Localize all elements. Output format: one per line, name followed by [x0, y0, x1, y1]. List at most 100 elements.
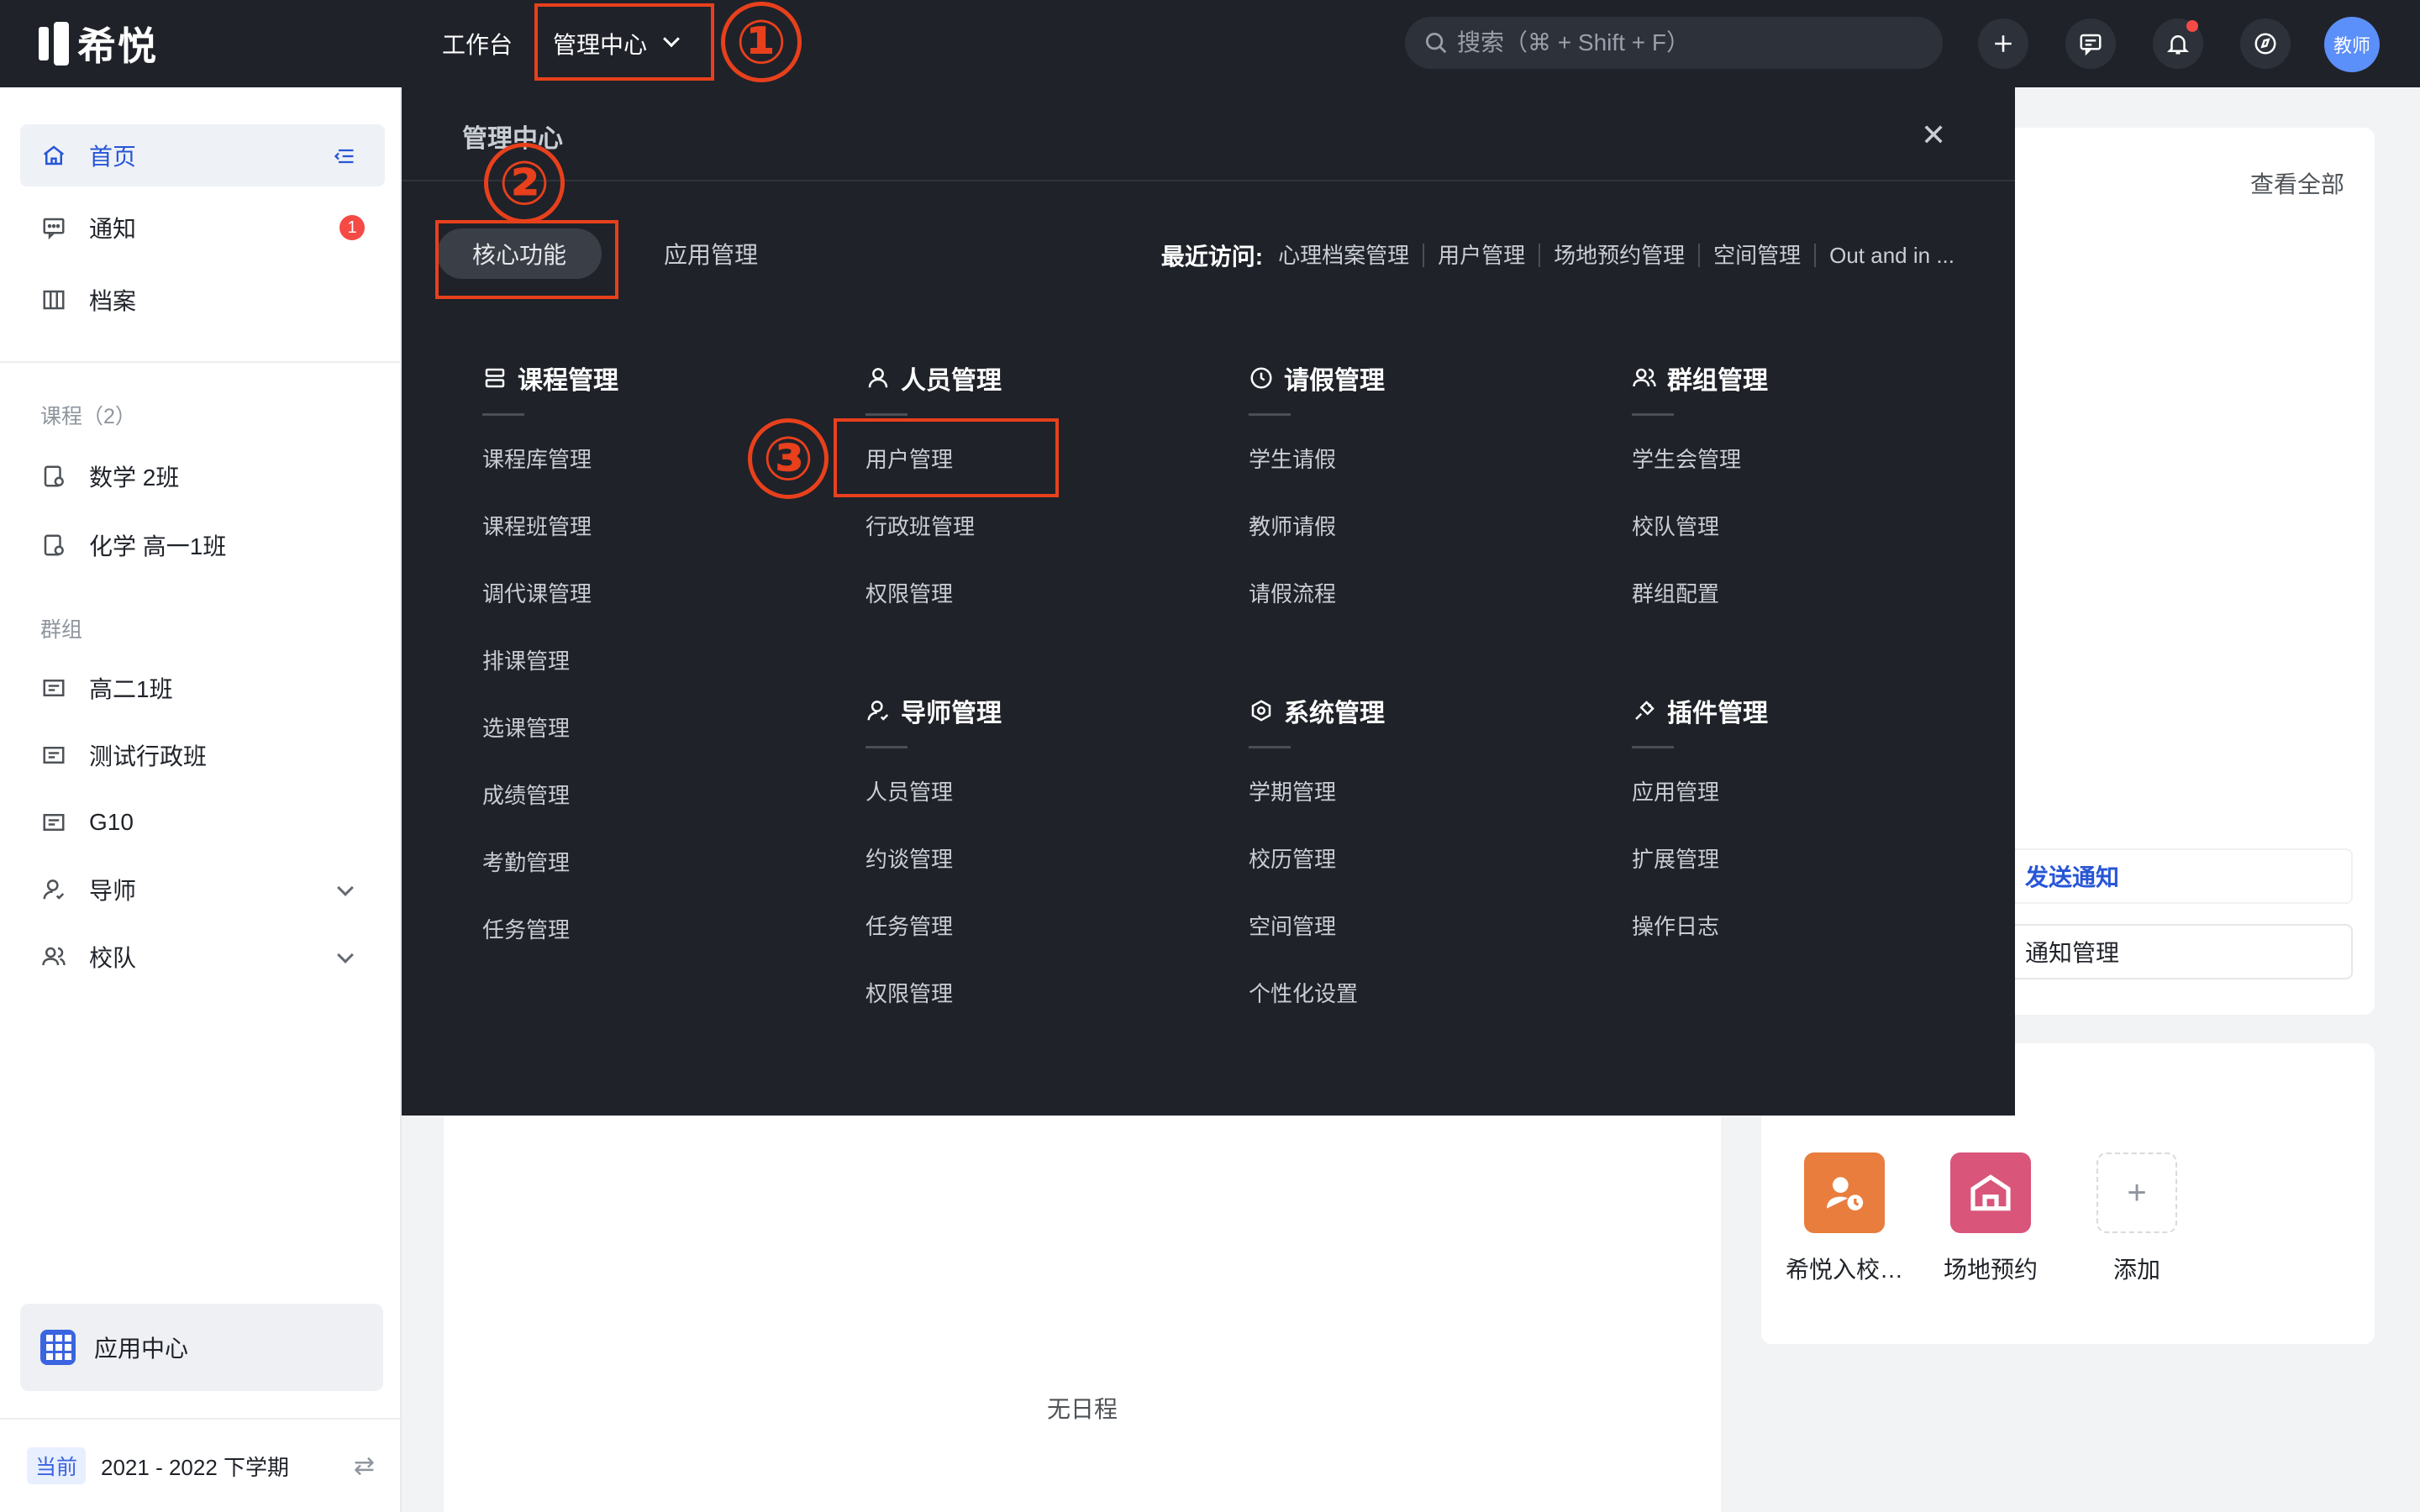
people-icon: [1632, 365, 1657, 391]
app-center-button[interactable]: 应用中心: [20, 1304, 383, 1391]
person-icon: [865, 365, 891, 391]
sidebar-item-group[interactable]: G10: [20, 791, 385, 853]
sidebar-item-group[interactable]: 测试行政班: [20, 724, 385, 786]
menu-item[interactable]: 任务管理: [865, 893, 1202, 960]
menu-item[interactable]: 学期管理: [1249, 759, 1585, 826]
search-input[interactable]: [1457, 29, 1911, 56]
sidebar-item-label: 导师: [89, 878, 137, 904]
sidebar-item-mentor[interactable]: 导师: [20, 858, 385, 921]
avatar[interactable]: 教师: [2324, 17, 2380, 72]
app-tile-entry[interactable]: 希悦入校…: [1781, 1152, 1907, 1285]
group-underline: [1249, 746, 1291, 748]
recent-link[interactable]: Out and in ...: [1816, 244, 1954, 267]
group-header: 请假管理: [1249, 361, 1585, 395]
sidebar-item-course[interactable]: 化学 高一1班: [20, 514, 385, 576]
group-underline: [1249, 413, 1291, 416]
group-items: 人员管理 约谈管理 任务管理 权限管理: [865, 759, 1202, 1027]
sidebar-item-team[interactable]: 校队: [20, 926, 385, 988]
panel-divider: [402, 180, 2015, 181]
app-logo[interactable]: 希悦: [39, 20, 158, 68]
app-tile-label: 希悦入校…: [1785, 1257, 1903, 1283]
menu-item[interactable]: 约谈管理: [865, 826, 1202, 893]
notice-management-button[interactable]: 通知管理: [2000, 924, 2353, 979]
settings-icon: [1249, 698, 1274, 723]
close-icon[interactable]: ✕: [1921, 118, 1946, 153]
group-header: 导师管理: [865, 694, 1202, 727]
sidebar-item-home[interactable]: 首页: [20, 124, 385, 186]
view-all-link[interactable]: 查看全部: [2250, 166, 2344, 200]
logo-text: 希悦: [77, 24, 158, 68]
help-button[interactable]: [2240, 18, 2291, 69]
menu-item[interactable]: 个性化设置: [1249, 960, 1585, 1027]
group-leave-management: 请假管理 学生请假 教师请假 请假流程: [1249, 361, 1585, 627]
menu-item[interactable]: 选课管理: [482, 695, 818, 762]
group-title: 人员管理: [901, 367, 1002, 395]
group-underline: [1632, 413, 1674, 416]
menu-item[interactable]: 空间管理: [1249, 893, 1585, 960]
sidebar-item-label: 高二1班: [89, 676, 173, 702]
menu-item[interactable]: 排课管理: [482, 627, 818, 695]
menu-item[interactable]: 教师请假: [1249, 493, 1585, 560]
messages-button[interactable]: [2065, 18, 2116, 69]
sidebar-item-label: 首页: [89, 144, 137, 170]
menu-item[interactable]: 调代课管理: [482, 560, 818, 627]
chevron-down-icon: [337, 947, 354, 963]
course-icon: [40, 463, 67, 490]
menu-item[interactable]: 权限管理: [865, 560, 1202, 627]
menu-item[interactable]: 考勤管理: [482, 829, 818, 896]
sidebar-item-archive[interactable]: 档案: [20, 269, 385, 331]
annotation-step1: ①: [721, 2, 802, 82]
menu-item[interactable]: 学生请假: [1249, 426, 1585, 493]
sidebar-item-notice[interactable]: 通知 1: [20, 197, 385, 259]
recent-link[interactable]: 空间管理: [1700, 244, 1817, 267]
group-underline: [1632, 746, 1674, 748]
recent-link[interactable]: 用户管理: [1424, 244, 1541, 267]
notice-count-badge: 1: [339, 215, 365, 240]
groups-section-title: 群组: [40, 618, 83, 642]
menu-item[interactable]: 校历管理: [1249, 826, 1585, 893]
recent-link[interactable]: 心理档案管理: [1265, 244, 1425, 267]
menu-item[interactable]: 任务管理: [482, 896, 818, 963]
menu-item[interactable]: 请假流程: [1249, 560, 1585, 627]
menu-item[interactable]: 人员管理: [865, 759, 1202, 826]
menu-item[interactable]: 扩展管理: [1632, 826, 1968, 893]
group-group-management: 群组管理 学生会管理 校队管理 群组配置: [1632, 361, 1968, 627]
group-header: 人员管理: [865, 361, 1202, 395]
group-title: 群组管理: [1667, 367, 1768, 395]
sidebar-item-group[interactable]: 高二1班: [20, 657, 385, 719]
archive-icon: [40, 286, 67, 313]
sidebar: 首页 通知 1 档案 课程（2） 数学 2班 化学 高一1班 群组 高二1班 测…: [0, 87, 402, 1512]
app-tile-add[interactable]: + 添加: [2074, 1152, 2200, 1285]
tab-app-management[interactable]: 应用管理: [650, 228, 771, 279]
chat-icon: [2080, 34, 2102, 56]
group-underline: [482, 413, 524, 416]
menu-item[interactable]: 行政班管理: [865, 493, 1202, 560]
recent-link[interactable]: 场地预约管理: [1540, 244, 1701, 267]
menu-item[interactable]: 学生会管理: [1632, 426, 1968, 493]
group-title: 系统管理: [1284, 700, 1385, 727]
global-search[interactable]: [1405, 17, 1943, 69]
collapse-sidebar-icon[interactable]: [333, 144, 356, 174]
swap-icon[interactable]: ⇄: [354, 1452, 375, 1481]
menu-item[interactable]: 成绩管理: [482, 762, 818, 829]
menu-item[interactable]: 操作日志: [1632, 893, 1968, 960]
menu-item[interactable]: 权限管理: [865, 960, 1202, 1027]
app-tile-label: 场地预约: [1943, 1257, 2038, 1283]
notifications-button[interactable]: [2153, 18, 2203, 69]
clock-icon: [1249, 365, 1274, 391]
menu-item[interactable]: 校队管理: [1632, 493, 1968, 560]
add-button[interactable]: [1978, 18, 2028, 69]
app-tile-venue[interactable]: 场地预约: [1928, 1152, 2054, 1285]
menu-item[interactable]: 课程班管理: [482, 493, 818, 560]
group-header: 系统管理: [1249, 694, 1585, 727]
menu-item[interactable]: 群组配置: [1632, 560, 1968, 627]
nav-workbench[interactable]: 工作台: [442, 22, 513, 66]
sidebar-item-course[interactable]: 数学 2班: [20, 445, 385, 507]
term-switcher[interactable]: 当前 2021 - 2022 下学期 ⇄: [0, 1418, 402, 1512]
send-notice-button[interactable]: 发送通知: [2000, 848, 2353, 904]
sidebar-item-label: 通知: [89, 216, 137, 242]
menu-item[interactable]: 应用管理: [1632, 759, 1968, 826]
group-title: 请假管理: [1284, 367, 1385, 395]
grid-icon: [40, 1330, 76, 1365]
annotation-box-step2: [435, 220, 618, 299]
